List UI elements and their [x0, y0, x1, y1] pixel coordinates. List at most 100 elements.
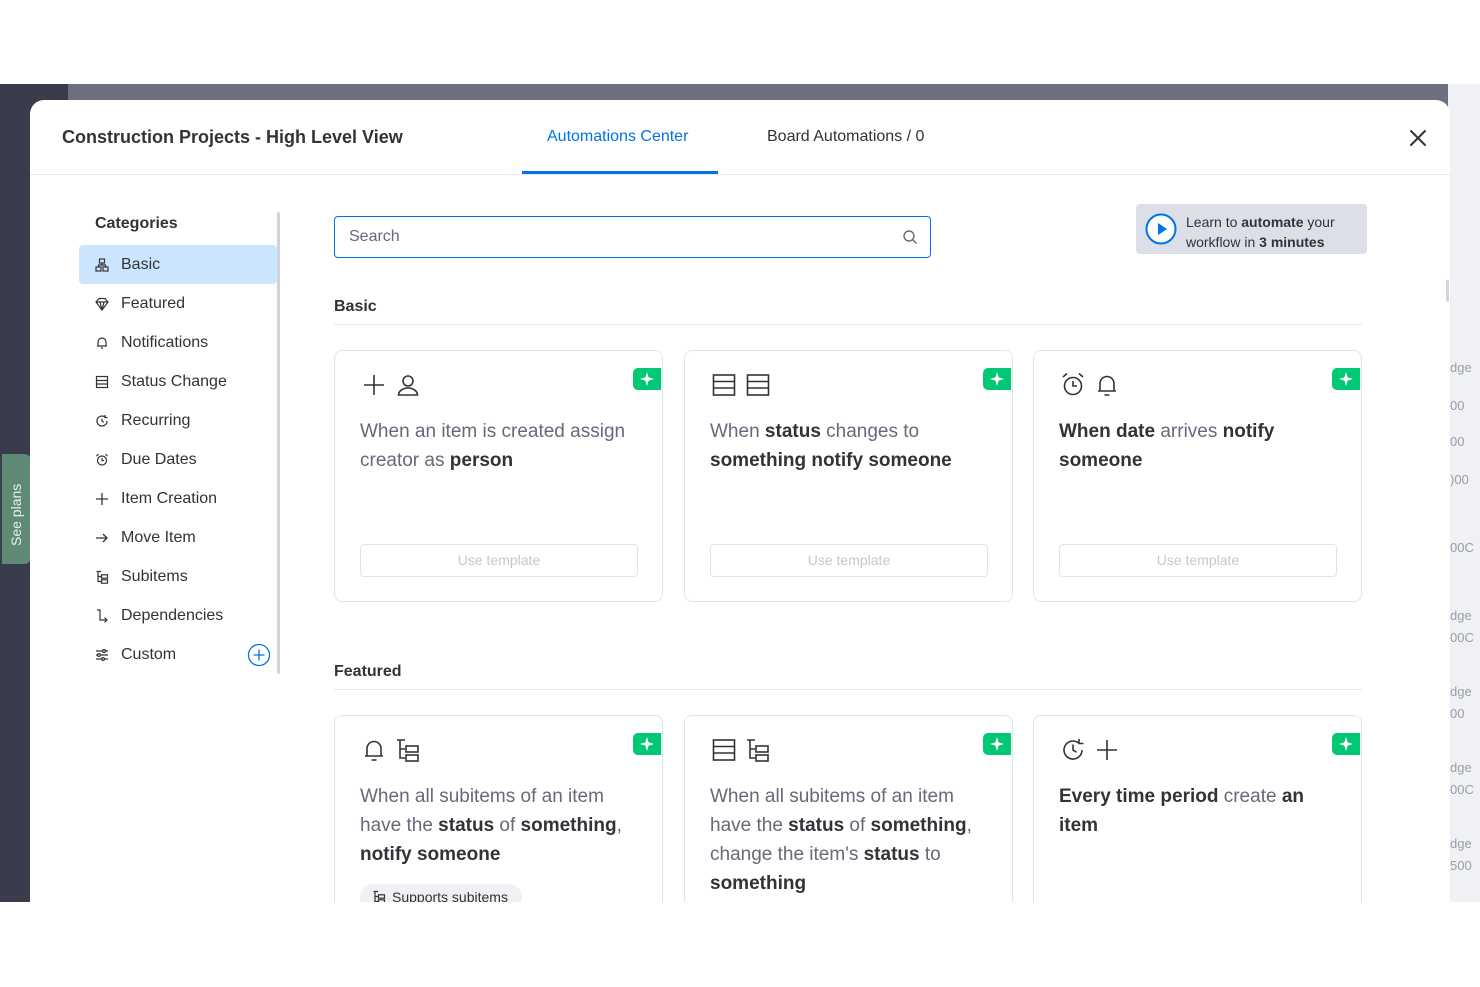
desc-keyword: something — [710, 873, 807, 894]
tab-automations-center[interactable]: Automations Center — [547, 128, 688, 146]
tab-board-automations[interactable]: Board Automations / 0 — [767, 128, 924, 146]
card-icons — [1059, 371, 1121, 399]
template-card[interactable]: When an item is created assign creator a… — [334, 350, 663, 602]
category-recurring[interactable]: Recurring — [79, 401, 277, 440]
bg-fragment: dge — [1450, 836, 1472, 851]
bg-fragment: 00C — [1450, 782, 1474, 797]
content-scrollbar[interactable] — [1446, 280, 1449, 302]
desc-keyword: status — [863, 844, 920, 865]
ai-badge — [633, 733, 661, 755]
categories-list: Basic Featured Notifications Status Chan… — [79, 245, 277, 674]
desc-keyword: something — [870, 815, 967, 836]
bg-fragment: dge — [1450, 608, 1472, 623]
sliders-icon — [95, 648, 109, 662]
category-label: Notifications — [121, 333, 209, 351]
learn-text-pre: Learn to — [1186, 214, 1242, 230]
card-description: When an item is created assign creator a… — [360, 417, 640, 475]
section-title-basic: Basic — [334, 298, 377, 315]
bg-fragment: dge — [1450, 684, 1472, 699]
desc-text: arrives — [1155, 421, 1223, 442]
subitems-icon — [373, 890, 386, 902]
use-template-button[interactable]: Use template — [710, 544, 988, 577]
category-custom[interactable]: Custom — [79, 635, 277, 674]
category-notifications[interactable]: Notifications — [79, 323, 277, 362]
desc-keyword: When date — [1059, 421, 1156, 442]
template-card[interactable]: Every time period create an item — [1033, 715, 1362, 902]
template-card[interactable]: When date arrives notify someone Use tem… — [1033, 350, 1362, 602]
sparkle-icon — [640, 372, 654, 386]
status-icon — [95, 375, 109, 389]
diamond-icon — [95, 297, 109, 311]
category-label: Subitems — [121, 567, 188, 585]
category-status-change[interactable]: Status Change — [79, 362, 277, 401]
categories-title: Categories — [95, 215, 178, 232]
desc-keyword: status — [764, 421, 821, 442]
desc-text: of — [844, 815, 871, 836]
bg-fragment: 00C — [1450, 630, 1474, 645]
desc-keyword: status — [438, 815, 495, 836]
desc-keyword: something — [520, 815, 617, 836]
category-label: Dependencies — [121, 606, 224, 624]
desc-text: of — [494, 815, 521, 836]
background-board-column: dge 00 00 )00 00C dge 00C dge 00 dge 00C… — [1448, 84, 1480, 902]
subitems-icon — [397, 739, 419, 762]
category-item-creation[interactable]: Item Creation — [79, 479, 277, 518]
card-description: When all subitems of an item have the st… — [360, 782, 640, 869]
bg-fragment: dge — [1450, 760, 1472, 775]
sparkle-icon — [990, 737, 1004, 751]
add-custom-button[interactable] — [247, 643, 271, 667]
category-due-dates[interactable]: Due Dates — [79, 440, 277, 479]
use-template-button[interactable]: Use template — [1059, 544, 1337, 577]
bell-icon — [95, 336, 109, 350]
bg-fragment: 00 — [1450, 706, 1465, 721]
bg-fragment: 00 — [1450, 398, 1465, 413]
close-button[interactable] — [1406, 126, 1430, 150]
category-label: Basic — [121, 255, 161, 273]
search-icon[interactable] — [902, 229, 918, 245]
category-dependencies[interactable]: Dependencies — [79, 596, 277, 635]
search-box[interactable] — [334, 216, 931, 258]
card-description: When status changes to something notify … — [710, 417, 990, 475]
desc-text: changes to — [820, 421, 920, 442]
supports-subitems-badge: Supports subitems — [360, 884, 522, 902]
arrow-right-icon — [95, 531, 109, 545]
alarm-icon — [1062, 372, 1084, 396]
section-divider — [334, 324, 1362, 325]
section-divider — [334, 689, 1362, 690]
category-basic[interactable]: Basic — [79, 245, 277, 284]
learn-video-banner[interactable]: Learn to automate your workflow in 3 min… — [1136, 204, 1367, 254]
template-card[interactable]: When status changes to something notify … — [684, 350, 1013, 602]
categories-scrollbar[interactable] — [277, 212, 280, 674]
hierarchy-icon — [95, 257, 109, 272]
person-icon — [397, 375, 419, 396]
use-template-button[interactable]: Use template — [360, 544, 638, 577]
desc-text: create — [1218, 786, 1282, 807]
desc-keyword: status — [788, 815, 845, 836]
search-input[interactable] — [349, 226, 869, 248]
status-icon — [712, 374, 736, 396]
card-icons — [710, 736, 772, 764]
recurring-icon — [1063, 739, 1084, 760]
category-label: Featured — [121, 294, 186, 312]
bg-fragment: 00 — [1450, 434, 1465, 449]
category-subitems[interactable]: Subitems — [79, 557, 277, 596]
ai-badge — [1332, 733, 1360, 755]
desc-text: to — [919, 844, 941, 865]
category-label: Status Change — [121, 372, 227, 390]
sparkle-icon — [1339, 737, 1353, 751]
category-label: Item Creation — [121, 489, 218, 507]
see-plans-button[interactable]: See plans — [2, 454, 32, 564]
category-featured[interactable]: Featured — [79, 284, 277, 323]
bell-icon — [1098, 375, 1116, 396]
learn-text-bold1: automate — [1241, 214, 1304, 230]
play-icon — [1145, 213, 1177, 245]
section-title-featured: Featured — [334, 663, 402, 680]
template-card[interactable]: When all subitems of an item have the st… — [684, 715, 1013, 902]
sparkle-icon — [640, 737, 654, 751]
desc-keyword: something notify someone — [710, 450, 952, 471]
card-icons — [360, 736, 422, 764]
desc-text: When — [710, 421, 765, 442]
category-move-item[interactable]: Move Item — [79, 518, 277, 557]
template-card[interactable]: When all subitems of an item have the st… — [334, 715, 663, 902]
status-icon — [746, 374, 770, 396]
